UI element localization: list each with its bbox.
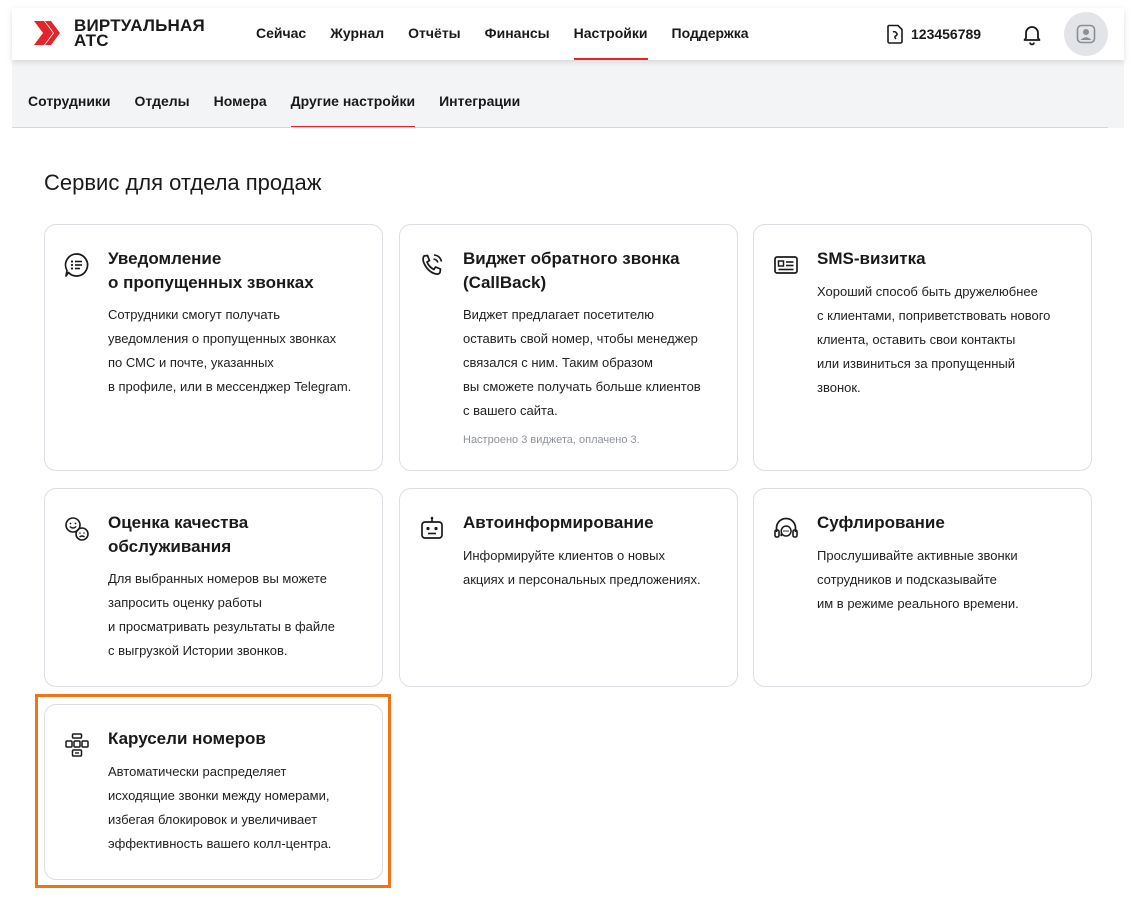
section-title: Сервис для отдела продаж — [44, 170, 322, 195]
sub-nav: Сотрудники Отделы Номера Другие настройк… — [28, 60, 544, 128]
card-desc-line: сотрудников и подсказывайте — [817, 572, 997, 587]
sim-card-icon — [887, 24, 903, 44]
card-desc-line: избегая блокировок и увеличивает — [108, 812, 318, 827]
card-desc-line: с выгрузкой Истории звонков. — [108, 643, 288, 658]
card-title-line: Уведомление — [108, 249, 222, 268]
card-desc-line: Хороший способ быть дружелюбнее — [817, 284, 1038, 299]
card-desc-line: звонок. — [817, 380, 861, 395]
tab-departments[interactable]: Отделы — [135, 60, 190, 127]
card-desc-line: Прослушивайте активные звонки — [817, 548, 1018, 563]
card-desc-line: вы сможете получать больше клиентов — [463, 379, 701, 394]
card-carousel[interactable]: Карусели номеров Автоматически распредел… — [44, 704, 383, 880]
card-quality[interactable]: Оценка качества обслуживания Для выбранн… — [44, 488, 383, 687]
card-desc-line: им в режиме реального времени. — [817, 596, 1019, 611]
card-title-line: (CallBack) — [463, 273, 547, 292]
card-title: Карусели номеров — [108, 727, 368, 751]
account-number-text: 123456789 — [911, 26, 982, 42]
sub-nav-divider — [12, 127, 1108, 128]
avatar[interactable] — [1064, 12, 1108, 56]
smiley-rating-icon — [65, 517, 89, 541]
chat-list-icon — [64, 253, 89, 277]
card-title-line: Виджет обратного звонка — [463, 249, 680, 268]
card-description: Виджет предлагает посетителю оставить св… — [463, 303, 725, 423]
card-prompting[interactable]: Суфлирование Прослушивайте активные звон… — [753, 488, 1092, 687]
card-callback[interactable]: Виджет обратного звонка (CallBack) Видже… — [399, 224, 738, 471]
card-desc-line: оставить свой номер, чтобы менеджер — [463, 331, 698, 346]
card-description: Хороший способ быть дружелюбнее с клиент… — [817, 280, 1079, 400]
tab-integrations[interactable]: Интеграции — [439, 60, 520, 127]
card-title-line: Автоинформирование — [463, 513, 654, 532]
card-title: SMS-визитка — [817, 247, 1077, 271]
top-bar: ВИРТУАЛЬНАЯ АТС Сейчас Журнал Отчёты Фин… — [12, 8, 1124, 60]
card-title-line: SMS-визитка — [817, 249, 926, 268]
nav-item-settings[interactable]: Настройки — [573, 8, 648, 60]
bell-icon[interactable] — [1020, 22, 1044, 46]
number-carousel-icon — [65, 733, 89, 757]
nav-item-now[interactable]: Сейчас — [256, 8, 306, 60]
card-title-line: о пропущенных звонках — [108, 273, 314, 292]
card-description: Сотрудники смогут получать уведомления о… — [108, 303, 370, 399]
tab-numbers[interactable]: Номера — [214, 60, 267, 127]
card-desc-line: акциях и персональных предложениях. — [463, 572, 701, 587]
card-description: Для выбранных номеров вы можете запросит… — [108, 567, 370, 663]
card-title: Оценка качества обслуживания — [108, 511, 368, 559]
card-desc-line: Виджет предлагает посетителю — [463, 307, 654, 322]
card-title: Суфлирование — [817, 511, 1077, 535]
card-title-line: обслуживания — [108, 537, 232, 556]
card-description: Автоматически распределяет исходящие зво… — [108, 760, 370, 856]
card-description: Прослушивайте активные звонки сотруднико… — [817, 544, 1079, 616]
avatar-icon — [1076, 24, 1096, 44]
card-desc-line: Автоматически распределяет — [108, 764, 287, 779]
sub-nav-bar: Сотрудники Отделы Номера Другие настройк… — [12, 60, 1124, 128]
tab-employees[interactable]: Сотрудники — [28, 60, 111, 127]
tab-other-settings[interactable]: Другие настройки — [290, 60, 416, 128]
card-desc-line: с вашего сайта. — [463, 403, 558, 418]
robot-icon — [421, 516, 443, 539]
card-desc-line: по СМС и почте, указанных — [108, 355, 274, 370]
card-desc-line: с клиентами, поприветствовать нового — [817, 308, 1051, 323]
card-autoinform[interactable]: Автоинформирование Информируйте клиентов… — [399, 488, 738, 687]
nav-item-journal[interactable]: Журнал — [330, 8, 384, 60]
card-desc-line: или извиниться за пропущенный — [817, 356, 1016, 371]
card-title-line: Суфлирование — [817, 513, 945, 532]
brand-logo[interactable]: ВИРТУАЛЬНАЯ АТС — [32, 17, 205, 50]
nav-item-support[interactable]: Поддержка — [672, 8, 749, 60]
brand-name: ВИРТУАЛЬНАЯ АТС — [74, 17, 205, 50]
card-title-line: Карусели номеров — [108, 729, 266, 748]
brand-logo-icon — [34, 21, 60, 45]
card-description: Информируйте клиентов о новых акциях и п… — [463, 544, 725, 592]
business-card-icon — [774, 256, 798, 274]
phone-callback-icon — [422, 254, 443, 275]
card-desc-line: и просматривать результаты в файле — [108, 619, 335, 634]
card-status-note: Настроено 3 виджета, оплачено 3. — [463, 434, 640, 446]
headset-icon — [774, 517, 798, 538]
brand-line2: АТС — [74, 31, 109, 50]
card-missed-calls[interactable]: Уведомление о пропущенных звонках Сотруд… — [44, 224, 383, 471]
card-desc-line: уведомления о пропущенных звонках — [108, 331, 337, 346]
card-title: Уведомление о пропущенных звонках — [108, 247, 368, 295]
card-desc-line: связался с ним. Таким образом — [463, 355, 653, 370]
card-title: Автоинформирование — [463, 511, 723, 535]
card-desc-line: эффективность вашего колл-центра. — [108, 836, 332, 851]
card-sms-card[interactable]: SMS-визитка Хороший способ быть дружелюб… — [753, 224, 1092, 471]
card-title-line: Оценка качества — [108, 513, 249, 532]
nav-item-finance[interactable]: Финансы — [485, 8, 550, 60]
card-desc-line: запросить оценку работы — [108, 595, 262, 610]
card-desc-line: Сотрудники смогут получать — [108, 307, 281, 322]
card-desc-line: в профиле, или в мессенджер Telegram. — [108, 379, 352, 394]
nav-item-reports[interactable]: Отчёты — [408, 8, 460, 60]
card-desc-line: исходящие звонки между номерами, — [108, 788, 330, 803]
card-desc-line: Для выбранных номеров вы можете — [108, 571, 327, 586]
card-title: Виджет обратного звонка (CallBack) — [463, 247, 723, 295]
main-nav: Сейчас Журнал Отчёты Финансы Настройки П… — [256, 8, 773, 60]
card-desc-line: Информируйте клиентов о новых — [463, 548, 666, 563]
account-number[interactable]: 123456789 — [886, 8, 981, 60]
card-desc-line: клиента, оставить свои контакты — [817, 332, 1016, 347]
